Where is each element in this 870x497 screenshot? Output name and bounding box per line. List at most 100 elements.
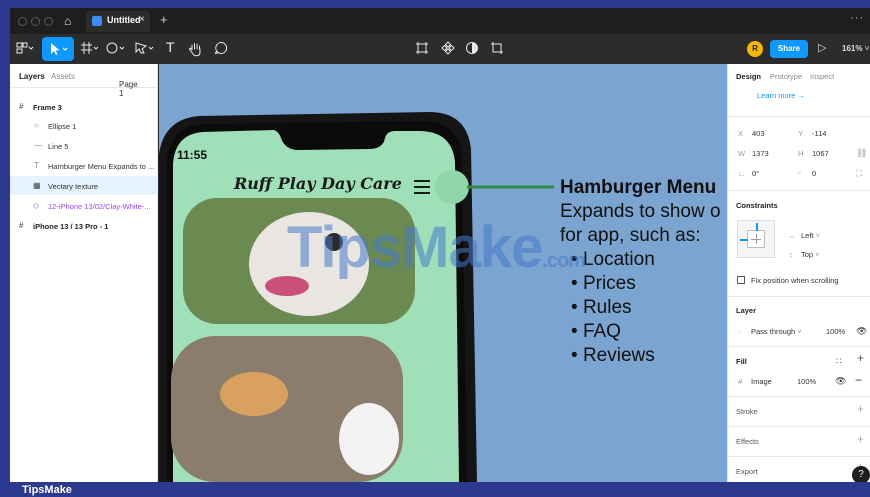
independent-corners-icon[interactable]: ⛶ [856, 168, 862, 179]
fix-position-checkbox[interactable] [737, 276, 745, 284]
hand-tool-icon[interactable] [188, 41, 204, 60]
toolbar: T R Share ▷ 161% ˅ [10, 34, 870, 64]
main-menu-icon[interactable] [16, 41, 34, 58]
layer-ellipse-1[interactable]: ○ Ellipse 1 [10, 116, 158, 135]
horizontal-constraint-select[interactable]: Left ˅ [801, 231, 820, 240]
home-icon[interactable]: ⌂ [64, 14, 71, 28]
phone-time: 11:55 [177, 148, 208, 162]
constraint-top-marker[interactable] [756, 223, 758, 231]
bullet-item: • Rules [560, 296, 721, 320]
crop-image-icon[interactable] [490, 41, 504, 58]
layer-name: Hamburger Menu Expands to ... [48, 162, 155, 171]
constraint-left-marker[interactable] [740, 239, 748, 241]
add-stroke-icon[interactable]: + [857, 402, 864, 416]
bullet-item: • Reviews [560, 344, 721, 368]
x-field[interactable]: 403 [752, 129, 765, 138]
tab-inspect[interactable]: Inspect [810, 72, 834, 81]
zoom-level[interactable]: 161% ˅ [842, 44, 869, 53]
mask-icon[interactable] [465, 41, 479, 58]
layer-opacity-field[interactable]: 100% [826, 327, 845, 336]
eye-icon[interactable]: 👁 [835, 376, 846, 387]
close-window-dot[interactable] [18, 17, 27, 26]
styles-grid-icon[interactable]: ∷ [836, 356, 842, 367]
properties-panel: Design Prototype Inspect Learn more → X … [727, 64, 870, 482]
more-options-icon[interactable]: ··· [850, 12, 864, 24]
user-avatar[interactable]: R [747, 41, 763, 57]
constrain-proportions-icon[interactable]: ⛓ [856, 148, 867, 159]
add-effect-icon[interactable]: + [857, 432, 864, 446]
y-label: Y [798, 129, 804, 138]
component-icon[interactable] [441, 41, 455, 58]
layer-line-5[interactable]: — Line 5 [10, 136, 158, 155]
layer-frame-3[interactable]: # Frame 3 [10, 97, 158, 116]
rotation-field[interactable]: 0° [752, 169, 759, 178]
app-title: Ruff Play Day Care [234, 174, 402, 193]
layer-name: Ellipse 1 [48, 122, 77, 131]
effects-title: Effects [736, 437, 759, 446]
layer-iphone-component[interactable]: ◇ 12-iPhone 13/02/Clay-White-... [10, 196, 158, 215]
present-play-icon[interactable]: ▷ [818, 41, 826, 54]
blend-mode-select[interactable]: Pass through ˅ [751, 327, 802, 336]
minimize-window-dot[interactable] [31, 17, 40, 26]
close-tab-icon[interactable]: × [139, 14, 145, 25]
line-icon: — [34, 141, 42, 150]
bullet-text: FAQ [582, 321, 621, 342]
frame-icon: # [19, 102, 24, 111]
add-fill-icon[interactable]: + [857, 351, 864, 365]
fill-type-label[interactable]: Image [751, 377, 772, 386]
annotation-title: Hamburger Menu [560, 177, 717, 198]
vertical-constraint-icon: ↕ [789, 250, 793, 259]
text-tool-icon[interactable]: T [166, 39, 175, 55]
hamburger-icon [411, 176, 431, 196]
fill-opacity-field[interactable]: 100% [797, 377, 816, 386]
remove-fill-icon[interactable]: − [855, 373, 862, 387]
bullet-icon: • [571, 321, 583, 342]
height-field[interactable]: 1067 [812, 149, 829, 158]
bullet-icon: • [571, 345, 583, 366]
eye-icon[interactable]: 👁 [856, 326, 867, 337]
chevron-down-icon: ˅ [795, 327, 802, 336]
ellipse-tool-icon[interactable] [106, 41, 126, 58]
tab-prototype[interactable]: Prototype [770, 72, 802, 81]
maximize-window-dot[interactable] [44, 17, 53, 26]
vertical-constraint-select[interactable]: Top ˅ [801, 250, 820, 259]
design-canvas[interactable]: 11:55 Ruff Play Day Care Hamburger Menu … [159, 64, 727, 482]
tab-design[interactable]: Design [736, 72, 761, 81]
bullet-text: Location [582, 249, 655, 270]
instance-icon: ◇ [33, 201, 40, 210]
y-field[interactable]: -114 [812, 129, 826, 138]
ellipse-icon: ○ [34, 121, 39, 130]
help-button[interactable]: ? [852, 466, 870, 482]
share-button[interactable]: Share [770, 40, 808, 58]
file-tab[interactable]: Untitled × [86, 11, 150, 32]
new-tab-button[interactable]: + [160, 12, 168, 27]
constraints-widget[interactable] [737, 220, 775, 258]
file-tab-name: Untitled [107, 15, 141, 25]
tab-assets[interactable]: Assets [51, 72, 75, 81]
crop-icon[interactable] [415, 41, 429, 58]
width-field[interactable]: 1373 [752, 149, 769, 158]
image-fill-icon: ⧣ [738, 377, 743, 386]
frame-icon: # [19, 221, 24, 230]
move-tool-button[interactable] [42, 37, 74, 61]
layer-hamburger-text[interactable]: T Hamburger Menu Expands to ... [10, 156, 158, 175]
corner-radius-icon: ◜ [798, 169, 801, 178]
chevron-down-icon: ˅ [119, 80, 124, 89]
layer-iphone-frame[interactable]: # iPhone 13 / 13 Pro - 1 [10, 216, 158, 235]
divider [728, 456, 870, 457]
pen-tool-icon[interactable] [134, 41, 156, 58]
corner-radius-field[interactable]: 0 [812, 169, 816, 178]
layer-vectary-texture[interactable]: ▦ Vectary texture [10, 176, 158, 195]
bullet-icon: • [571, 297, 583, 318]
tab-layers[interactable]: Layers [19, 72, 45, 81]
learn-more-link[interactable]: Learn more → [757, 91, 805, 100]
chevron-down-icon: ˅ [813, 250, 820, 259]
image-icon: ▦ [33, 181, 41, 190]
layer-name: iPhone 13 / 13 Pro - 1 [33, 222, 109, 231]
bullet-text: Prices [582, 273, 636, 294]
frame-tool-icon[interactable] [80, 41, 100, 58]
comment-tool-icon[interactable] [214, 41, 228, 58]
bullet-item: • FAQ [560, 320, 721, 344]
blend-mode-icon: ◌ [737, 327, 742, 336]
stroke-title: Stroke [736, 407, 758, 416]
